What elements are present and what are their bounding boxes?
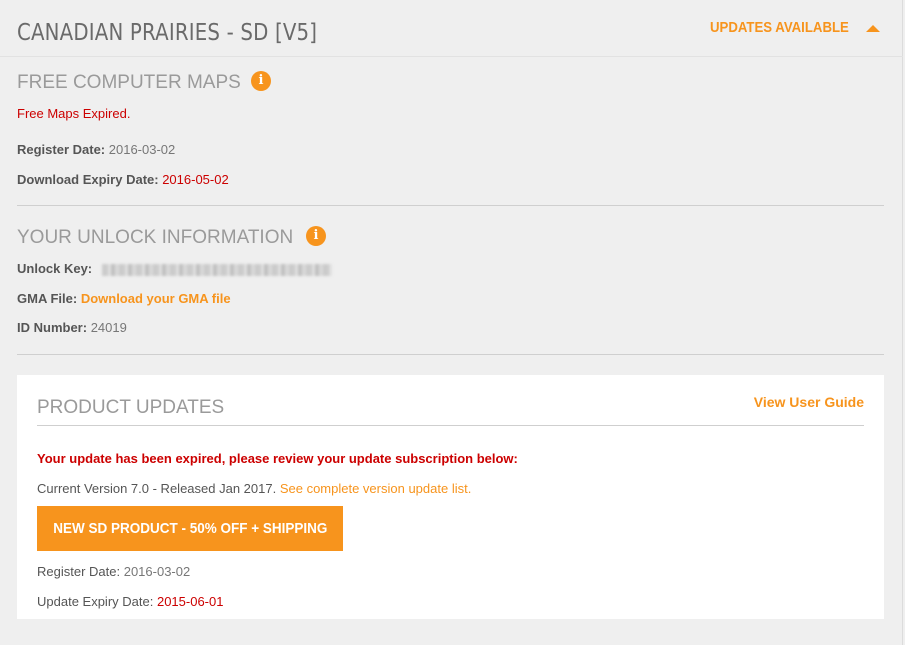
info-icon[interactable]: i [306,226,326,246]
caret-up-icon[interactable] [866,25,880,32]
gma-file-row: GMA File: Download your GMA file [17,291,231,306]
id-number-row: ID Number: 24019 [17,320,127,335]
free-maps-register-row: Register Date: 2016-03-02 [17,142,175,157]
current-version-row: Current Version 7.0 - Released Jan 2017.… [37,481,471,496]
free-maps-status: Free Maps Expired. [17,106,131,121]
new-sd-product-label: NEW SD PRODUCT - 50% OFF + SHIPPING [52,520,328,537]
free-maps-title: FREE COMPUTER MAPS [17,72,241,93]
gma-file-label: GMA File: [17,291,78,306]
register-date-label: Register Date: [17,142,106,157]
update-expired-message: Your update has been expired, please rev… [37,451,518,466]
update-expiry-label: Update Expiry Date: [37,594,154,609]
view-user-guide-link[interactable]: View User Guide [754,394,864,410]
section-divider [17,205,884,206]
unlock-key-label: Unlock Key: [17,261,93,276]
product-updates-title: PRODUCT UPDATES [37,397,225,418]
update-expiry-row: Update Expiry Date: 2015-06-01 [37,594,223,609]
version-list-link[interactable]: See complete version update list. [280,481,472,496]
download-gma-link[interactable]: Download your GMA file [81,291,231,306]
current-version-text: Current Version 7.0 - Released Jan 2017. [37,481,277,496]
new-sd-product-button[interactable]: NEW SD PRODUCT - 50% OFF + SHIPPING [37,506,343,551]
id-number-value: 24019 [90,320,127,335]
download-expiry-row: Download Expiry Date: 2016-05-02 [17,172,229,187]
section-divider [17,354,884,355]
register-date-label: Register Date: [37,564,121,579]
product-title: CANADIAN PRAIRIES - SD [V5] [17,20,318,46]
download-expiry-label: Download Expiry Date: [17,172,159,187]
product-updates-card: PRODUCT UPDATES View User Guide Your upd… [17,375,884,619]
register-date-value: 2016-03-02 [123,564,191,579]
download-expiry-value: 2016-05-02 [162,172,229,187]
unlock-key-row: Unlock Key: [17,261,332,276]
product-header[interactable]: CANADIAN PRAIRIES - SD [V5] UPDATES AVAI… [0,0,903,57]
id-number-label: ID Number: [17,320,88,335]
info-icon[interactable]: i [251,71,271,91]
product-panel: CANADIAN PRAIRIES - SD [V5] UPDATES AVAI… [0,0,903,645]
unlock-key-redacted [101,263,332,276]
updates-available-toggle[interactable]: UPDATES AVAILABLE [710,19,849,36]
register-date-value: 2016-03-02 [108,142,176,157]
update-register-row: Register Date: 2016-03-02 [37,564,190,579]
card-divider [37,425,864,426]
update-expiry-value: 2015-06-01 [156,594,224,609]
unlock-info-title: YOUR UNLOCK INFORMATION [17,227,294,248]
